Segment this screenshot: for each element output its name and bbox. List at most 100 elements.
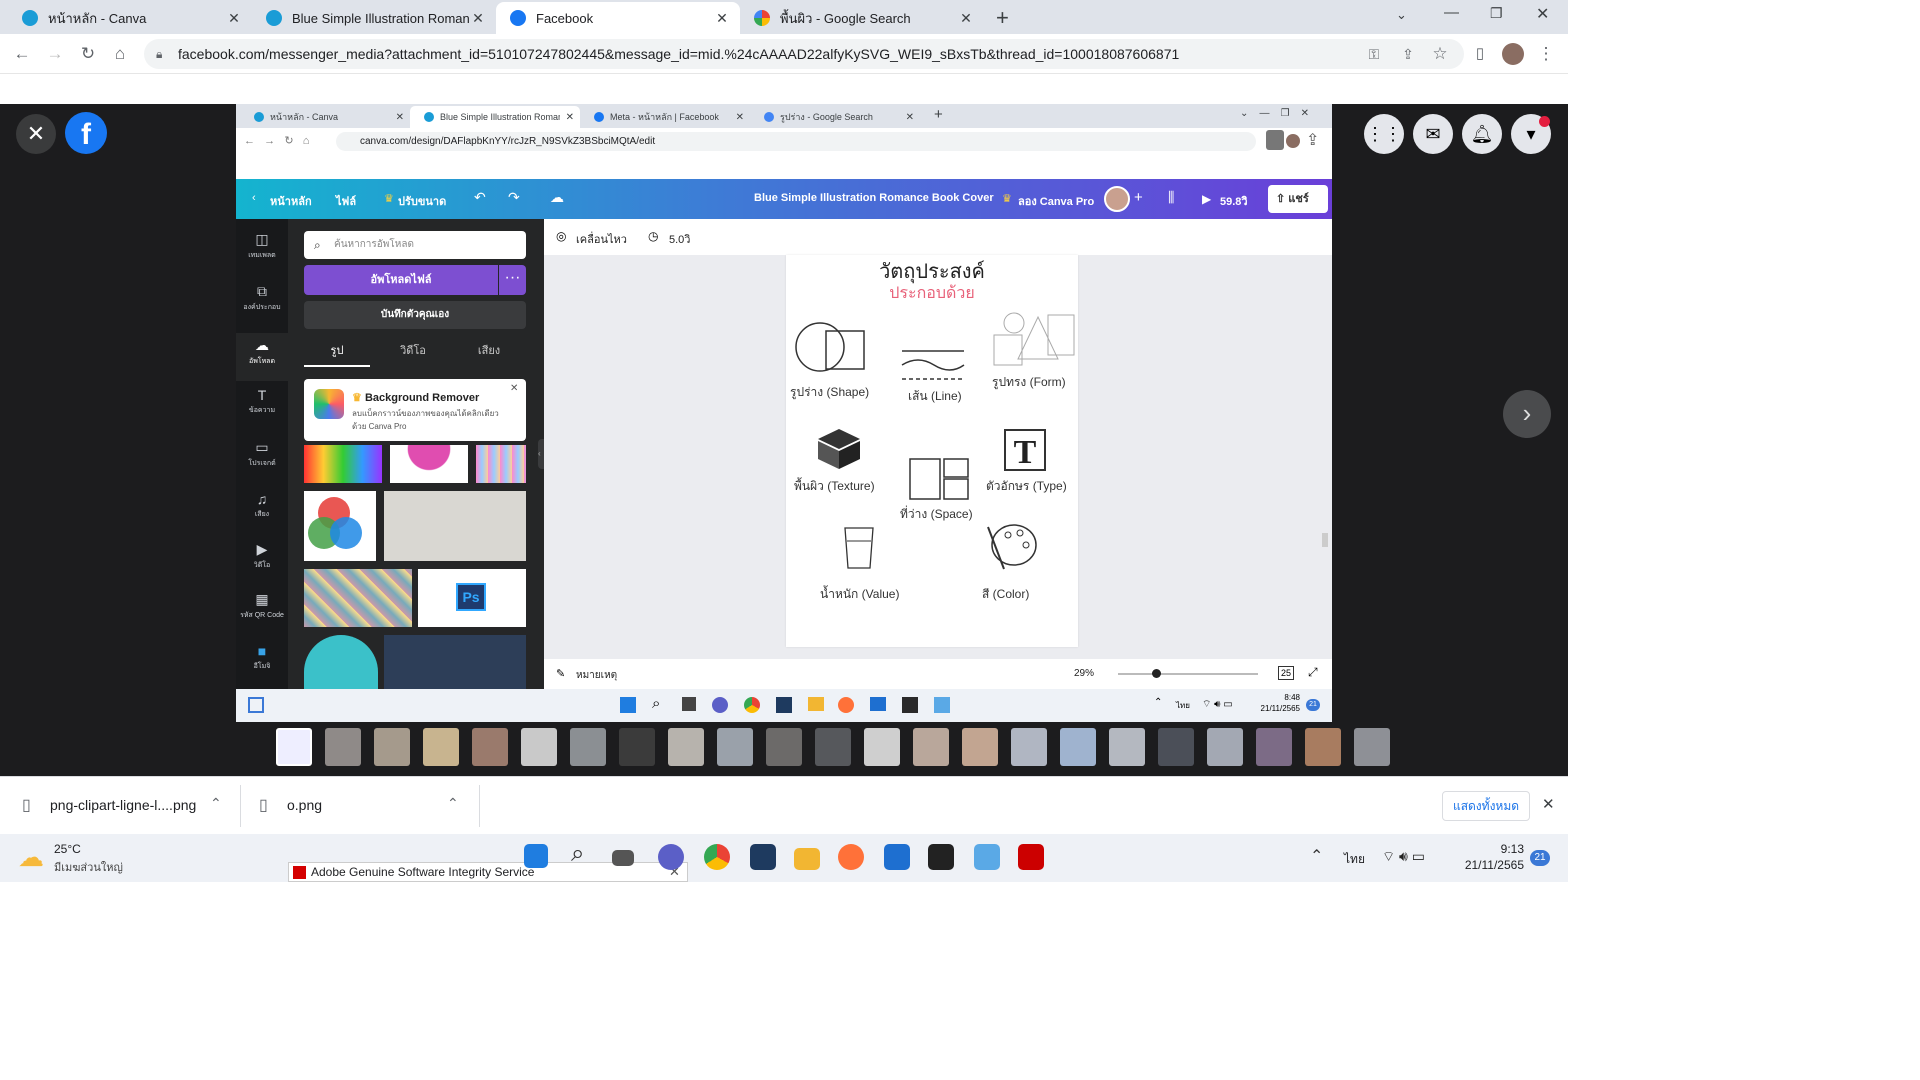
canva-icon: [254, 112, 264, 122]
window-close-button[interactable]: ✕: [1536, 4, 1549, 24]
minimize-button[interactable]: —: [1444, 4, 1459, 21]
share-icon[interactable]: ⇪: [1396, 42, 1420, 66]
photo-thumbnail[interactable]: [1256, 728, 1292, 766]
photo-thumbnail[interactable]: [864, 728, 900, 766]
download-item[interactable]: ▯ o.png ⌃: [241, 777, 479, 835]
chevron-up-icon[interactable]: ⌃: [1310, 846, 1323, 866]
window-controls: ⌄ — ❐ ✕: [1240, 108, 1310, 119]
close-icon[interactable]: ✕: [470, 10, 486, 27]
canva-icon: [266, 10, 282, 26]
home-icon[interactable]: ⌂: [108, 42, 132, 66]
photo-thumbnail[interactable]: [766, 728, 802, 766]
close-viewer-button[interactable]: ✕: [16, 114, 56, 154]
photo-thumbnail[interactable]: [815, 728, 851, 766]
avatar[interactable]: [1502, 43, 1524, 65]
close-icon[interactable]: ✕: [1542, 795, 1555, 813]
address-bar-row: ← → ↻ ⌂ 🔒︎ facebook.com/messenger_media?…: [0, 34, 1568, 74]
weather-icon[interactable]: ☁: [18, 844, 44, 870]
chevron-up-icon[interactable]: ⌃: [210, 795, 222, 812]
crown-icon: ♛: [1002, 193, 1012, 205]
forward-icon[interactable]: →: [43, 42, 67, 66]
close-icon: ✕: [735, 111, 744, 123]
teams-icon: [712, 697, 728, 713]
inner-tab: Meta - หน้าหลัก | Facebook ✕: [580, 106, 750, 128]
inner-address-row: ← → ↻ ⌂ canva.com/design/DAFlapbKnYY/rcJ…: [236, 128, 1332, 155]
new-tab-button[interactable]: +: [996, 5, 1009, 31]
chevron-up-icon[interactable]: ⌃: [447, 795, 459, 812]
weather-temp[interactable]: 25°C: [54, 842, 81, 856]
photo-thumbnail[interactable]: [913, 728, 949, 766]
photo-thumbnail[interactable]: [962, 728, 998, 766]
photo-thumbnail[interactable]: [619, 728, 655, 766]
notification-badge[interactable]: 21: [1530, 850, 1550, 866]
start-icon[interactable]: [524, 844, 548, 868]
back-icon[interactable]: ←: [10, 42, 34, 66]
teams-icon[interactable]: [658, 844, 684, 870]
photo-thumbnail[interactable]: [1305, 728, 1341, 766]
tab-facebook[interactable]: Facebook ✕: [496, 2, 740, 34]
bell-icon[interactable]: 🔔︎: [1462, 114, 1502, 154]
close-icon[interactable]: ✕: [714, 10, 730, 27]
close-icon[interactable]: ✕: [226, 10, 242, 27]
canva-side-rail: ◫ เทมเพลต ⧉ องค์ประกอบ ☁ อัพโหลด T ข้อความ ▭…: [236, 219, 288, 689]
next-image-button[interactable]: ›: [1503, 390, 1551, 438]
photo-thumbnail[interactable]: [521, 728, 557, 766]
file-menu: ไฟล์: [336, 196, 357, 208]
clock-date[interactable]: 21/11/2565: [1454, 858, 1524, 872]
present-time: 59.8วิ: [1220, 196, 1248, 208]
chrome-icon[interactable]: [704, 844, 730, 870]
tab-google-search[interactable]: พื้นผิว - Google Search ✕: [740, 2, 984, 34]
tab-title: พื้นผิว - Google Search: [780, 10, 911, 26]
search-icon[interactable]: ⌕: [571, 840, 584, 868]
menu-grid-icon[interactable]: ⋮⋮: [1364, 114, 1404, 154]
chevron-left-icon: ‹: [252, 192, 256, 204]
photo-thumbnail[interactable]: [423, 728, 459, 766]
photo-thumbnail[interactable]: [1158, 728, 1194, 766]
restore-button[interactable]: ❐: [1490, 5, 1503, 22]
play-icon: ▶: [1202, 192, 1212, 206]
clock-time[interactable]: 9:13: [1460, 842, 1524, 856]
rail-video: ▶ วิดีโอ: [236, 541, 288, 571]
tab-canva-home[interactable]: หน้าหลัก - Canva ✕: [8, 2, 252, 34]
url-field[interactable]: 🔒︎ facebook.com/messenger_media?attachme…: [144, 39, 1464, 69]
app-icon[interactable]: [974, 844, 1000, 870]
photo-thumbnail[interactable]: [1207, 728, 1243, 766]
photo-thumbnail[interactable]: [1109, 728, 1145, 766]
weather-desc[interactable]: มีเมฆส่วนใหญ่: [54, 858, 123, 876]
photo-thumbnail[interactable]: [325, 728, 361, 766]
tab-canva-design[interactable]: Blue Simple Illustration Romance ✕: [252, 2, 496, 34]
folder-icon[interactable]: [794, 848, 820, 870]
photo-thumbnail[interactable]: [1011, 728, 1047, 766]
photo-thumbnail[interactable]: [472, 728, 508, 766]
taskview-icon[interactable]: [612, 850, 634, 866]
star-icon[interactable]: ☆: [1428, 42, 1452, 66]
language-indicator[interactable]: ไทย: [1344, 850, 1365, 869]
acrobat-icon[interactable]: [1018, 844, 1044, 870]
app-icon[interactable]: [928, 844, 954, 870]
key-icon[interactable]: ⚿: [1362, 42, 1386, 66]
messenger-icon[interactable]: ✉: [1413, 114, 1453, 154]
photo-thumbnail[interactable]: [276, 728, 312, 766]
photo-thumbnail[interactable]: [1354, 728, 1390, 766]
background-remover-icon: [314, 389, 344, 419]
mail-icon[interactable]: [884, 844, 910, 870]
facebook-logo-icon[interactable]: f: [65, 112, 107, 154]
app-icon: [776, 697, 792, 713]
tab-search-icon[interactable]: ⌄: [1396, 7, 1407, 23]
system-tray-icons[interactable]: ⌔ 🔊︎ ▭: [1382, 848, 1425, 866]
firefox-icon[interactable]: [838, 844, 864, 870]
side-panel-icon[interactable]: ▯: [1468, 42, 1492, 66]
notification-dot: [1539, 116, 1550, 127]
photo-thumbnail[interactable]: [717, 728, 753, 766]
photo-thumbnail[interactable]: [1060, 728, 1096, 766]
app-icon[interactable]: [750, 844, 776, 870]
menu-icon[interactable]: ⋮: [1534, 42, 1558, 66]
close-icon[interactable]: ✕: [958, 10, 974, 27]
reload-icon[interactable]: ↻: [76, 42, 100, 66]
downloads-bar: ▯ png-clipart-ligne-l....png ⌃ ▯ o.png ⌃…: [0, 776, 1568, 834]
photo-thumbnail[interactable]: [374, 728, 410, 766]
photo-thumbnail[interactable]: [668, 728, 704, 766]
download-item[interactable]: ▯ png-clipart-ligne-l....png ⌃: [0, 777, 240, 835]
show-all-button[interactable]: แสดงทั้งหมด: [1442, 791, 1530, 821]
photo-thumbnail[interactable]: [570, 728, 606, 766]
